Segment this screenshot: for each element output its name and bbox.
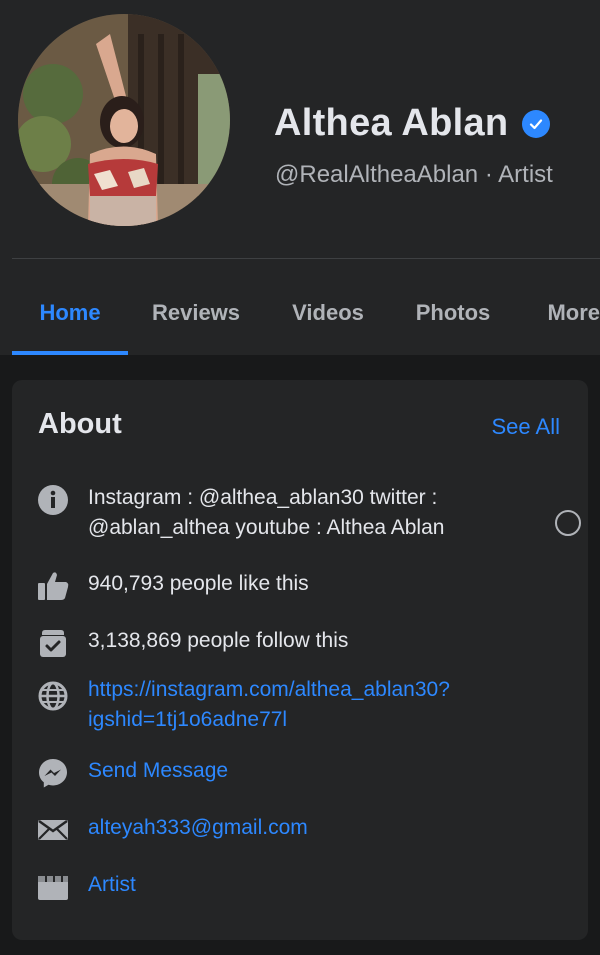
radio-button[interactable] bbox=[555, 510, 581, 536]
bio-line-2: @ablan_althea youtube : Althea Ablan bbox=[88, 516, 445, 539]
bio-line-1: Instagram : @althea_ablan30 twitter : bbox=[88, 486, 438, 509]
category-link[interactable]: Artist bbox=[88, 870, 136, 900]
name-row: Althea Ablan bbox=[274, 102, 551, 145]
avatar-photo bbox=[18, 14, 230, 226]
about-bio-row: Instagram : @althea_ablan30 twitter : @a… bbox=[36, 483, 444, 543]
see-all-link[interactable]: See All bbox=[492, 414, 561, 440]
profile-avatar[interactable] bbox=[18, 14, 230, 226]
likes-row: 940,793 people like this bbox=[36, 569, 309, 603]
tab-videos[interactable]: Videos bbox=[264, 270, 392, 355]
follows-row: 3,138,869 people follow this bbox=[36, 626, 348, 660]
about-title: About bbox=[38, 408, 122, 440]
message-row: Send Message bbox=[36, 756, 228, 790]
about-bio-text: Instagram : @althea_ablan30 twitter : @a… bbox=[88, 483, 444, 543]
tab-photos[interactable]: Photos bbox=[392, 270, 514, 355]
follows-text: 3,138,869 people follow this bbox=[88, 629, 349, 652]
profile-handle: @RealAltheaAblan · Artist bbox=[275, 161, 553, 188]
send-message-link[interactable]: Send Message bbox=[88, 756, 228, 786]
thumbs-up-icon bbox=[36, 569, 70, 603]
messenger-icon bbox=[36, 756, 70, 790]
category-film-icon bbox=[36, 870, 70, 904]
checkmark-icon bbox=[530, 118, 543, 129]
likes-text: 940,793 people like this bbox=[88, 572, 309, 595]
info-icon bbox=[36, 483, 70, 517]
follow-check-icon bbox=[36, 626, 70, 660]
email-row: alteyah333@gmail.com bbox=[36, 813, 308, 847]
profile-tabs: Home Reviews Videos Photos More bbox=[12, 270, 600, 355]
website-line-1: https://instagram.com/althea_ablan30? bbox=[88, 678, 450, 701]
about-card: About See All Instagram : @althea_ablan3… bbox=[12, 380, 588, 940]
profile-header: Althea Ablan @RealAltheaAblan · Artist H… bbox=[0, 0, 600, 355]
profile-name: Althea Ablan bbox=[274, 102, 509, 144]
email-link[interactable]: alteyah333@gmail.com bbox=[88, 813, 308, 843]
tab-reviews[interactable]: Reviews bbox=[128, 270, 264, 355]
verified-badge-icon bbox=[522, 109, 551, 138]
category-row: Artist bbox=[36, 870, 136, 904]
globe-icon bbox=[36, 679, 70, 713]
website-line-2: igshid=1tj1o6adne77l bbox=[88, 708, 288, 731]
tab-home[interactable]: Home bbox=[12, 270, 128, 355]
envelope-icon bbox=[36, 813, 70, 847]
tab-more[interactable]: More bbox=[514, 270, 600, 355]
website-link[interactable]: https://instagram.com/althea_ablan30? ig… bbox=[88, 675, 450, 735]
website-row: https://instagram.com/althea_ablan30? ig… bbox=[36, 675, 450, 735]
header-divider bbox=[12, 258, 600, 259]
